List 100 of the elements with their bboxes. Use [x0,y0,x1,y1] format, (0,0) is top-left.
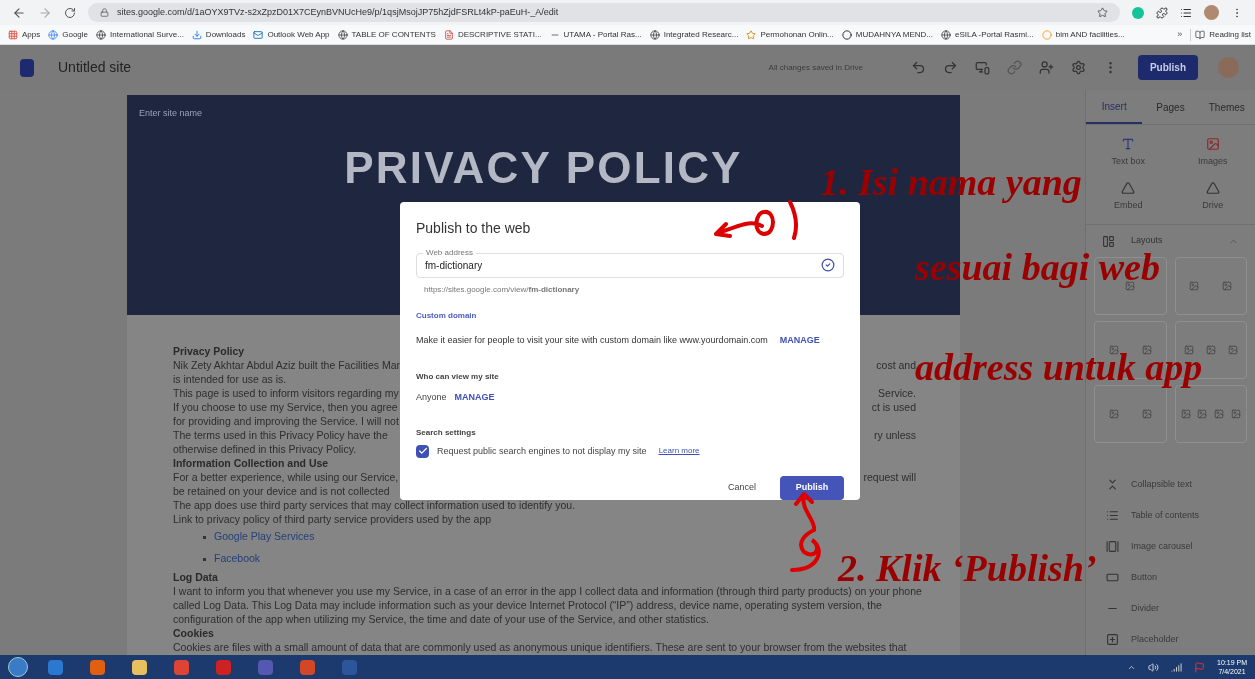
body-text: The app does use third party services that may collect information used to identify you. [173,498,576,512]
address-bar[interactable]: sites.google.com/d/1aOYX9TVz-s2xZpzD01X7CEynBVNUcHe9/p/1qsjMsojJP75hZjdFSRLt4kP-paEuH-_A/edit [88,3,1120,22]
collapse-icon [1106,478,1119,491]
preview-icon[interactable] [974,60,990,75]
custom-domain-heading: Custom domain [416,309,478,322]
viewers-heading: Who can view my site [416,371,500,383]
start-button[interactable] [8,657,28,677]
body-text: The terms used in this Privacy Policy have the [173,428,388,442]
bookmark-link[interactable]: UTAMA - Portal Ras... [549,28,642,41]
bookmark-link[interactable]: MUDAHNYA MEND... [841,28,933,41]
bookmark-link[interactable]: Google [48,28,89,41]
panel-tab[interactable]: Themes [1198,90,1255,125]
image-icon [1227,345,1238,355]
grid-icon [8,29,18,40]
action-center-icon[interactable] [1194,661,1206,673]
share-icon[interactable] [1038,60,1054,75]
triangle-icon [1205,181,1220,195]
field-value: fm-dictionary [425,258,484,273]
list-icon [1106,509,1119,522]
bullet-icon [203,535,206,539]
network-icon[interactable] [1171,661,1183,673]
checkmark-icon [417,446,428,457]
body-text: called Log Data. This Log Data may include information such as your device Internet Protocol (“IP”) address, device name, operating system version, the [173,598,882,612]
bookmark-link[interactable]: Integrated Researc... [649,28,739,41]
settings-icon[interactable] [1070,60,1086,75]
body-text: otherwise defined in this Privacy Policy. [173,442,357,456]
viewers-value: Anyone [416,391,447,404]
image-icon [1189,281,1200,291]
section-heading: Log Data [173,570,218,584]
body-text: Cookies are files with a small amount of data that are commonly used as anonymous unique identifiers. These are sent to your browser from the websites that [173,640,907,654]
body-text: Nik Zety Akhtar Abdul Aziz built the Facilities Mar [173,358,400,372]
circle-icon [841,29,852,40]
body-text: For a better experience, while using our Service, [173,470,399,484]
more-bookmarks-button[interactable]: » [1177,27,1183,42]
bookmark-link[interactable]: Permohonan Onlin... [746,28,834,41]
star-icon [746,29,757,40]
manage-link[interactable]: MANAGE [779,333,820,347]
image-icon [1205,137,1220,152]
triangle-icon [1121,181,1136,195]
media-list-icon[interactable] [1180,6,1192,19]
panel-tab[interactable]: Pages [1142,90,1199,125]
section-heading: Privacy Policy [173,344,245,358]
plus-box-icon [1106,633,1119,646]
globe-icon [337,29,348,40]
image-icon [1141,409,1152,419]
learn-more-link[interactable]: Learn more [658,445,700,458]
sites-logo-icon [20,58,34,77]
body-text: If you choose to use my Service, then you agree [173,400,398,414]
publish-button[interactable]: Publish [1137,55,1198,80]
taskbar-app-icon[interactable] [173,659,189,675]
taskbar-app-icon[interactable] [131,659,147,675]
url-preview: https://sites.google.com/view/fm-dictionary [424,283,581,296]
layouts-icon [1102,234,1115,248]
hero-title: PRIVACY POLICY [344,142,743,193]
globe-icon [649,29,660,40]
puzzle-icon[interactable] [1156,6,1168,19]
back-icon[interactable] [12,5,26,20]
handwritten-note: 2. Klik ‘Publish’ [838,551,1097,585]
bookmark-star-icon[interactable] [1097,7,1108,18]
link-icon[interactable] [1006,60,1022,75]
bookmark-link[interactable]: eSILA -Portal Rasmi... [941,28,1034,41]
cancel-button[interactable]: Cancel [728,481,756,495]
image-icon [1222,281,1233,291]
reading-list-button[interactable]: Reading list [1190,28,1251,41]
image-icon [1230,409,1241,419]
extension-icon[interactable] [1132,6,1144,19]
body-text: This page is used to inform visitors regarding my [173,386,399,400]
bookmark-link[interactable]: bim AND facilities... [1041,28,1125,41]
body-text: for providing and improving the Service. I will not [173,414,399,428]
download-icon [191,29,202,40]
globe-icon [48,29,59,40]
bookmark-link[interactable]: TABLE OF CONTENTS [337,28,436,41]
search-checkbox[interactable] [416,444,429,458]
reload-icon[interactable] [64,6,76,19]
valid-check-icon [821,258,835,273]
redo-icon[interactable] [942,60,958,75]
checkbox-label: Request public search engines to not display my site [437,444,647,458]
site-title[interactable]: Untitled site [58,57,132,78]
manage-link[interactable]: MANAGE [454,391,495,405]
circle-icon [1041,29,1052,40]
bookmark-link[interactable]: International Surve... [96,28,184,41]
custom-domain-text: Make it easier for people to visit your site with custom domain like www.yourdomain.com [416,333,768,347]
forward-icon[interactable] [38,5,52,20]
section-heading: Cookies [173,626,214,640]
undo-icon[interactable] [910,60,926,75]
bookmark-link[interactable]: Outlook Web App [253,28,330,41]
volume-icon[interactable] [1148,661,1160,673]
globe-icon [941,29,951,40]
dialog-publish-button[interactable]: Publish [780,476,844,500]
layout-thumbnail[interactable] [1174,257,1247,315]
bookmark-link[interactable]: DESCRIPTIVE STATI... [443,28,542,41]
bookmark-link[interactable]: Apps [8,28,41,41]
section-heading: Information Collection and Use [173,456,329,470]
bookmark-link[interactable]: Downloads [191,28,246,41]
profile-avatar[interactable] [1204,5,1219,20]
body-text: I want to inform you that whenever you use my Service, in a case of an error in the app I collect data and information (through third party products) on your phone [173,584,922,598]
body-text: Service. [878,386,916,400]
taskbar-app-icon[interactable] [89,659,105,675]
button-icon [1106,571,1119,584]
site-name-field[interactable]: Enter site name [139,107,948,121]
